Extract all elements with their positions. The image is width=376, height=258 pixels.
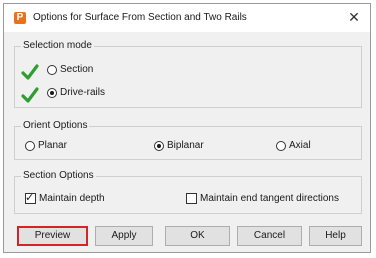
radio-biplanar-button[interactable] [154,140,164,151]
section-options-label: Section Options [21,170,96,182]
radio-drive-rails-button[interactable] [47,87,57,98]
green-checkmark-icon [21,64,39,80]
title-bar: P Options for Surface From Section and T… [4,4,370,32]
preview-button[interactable]: Preview [17,226,88,246]
radio-section-button[interactable] [47,64,57,75]
options-dialog: P Options for Surface From Section and T… [3,3,371,253]
green-checkmark-icon [21,87,39,103]
cancel-button[interactable]: Cancel [237,226,302,246]
maintain-depth-label: Maintain depth [39,193,105,204]
checkmark-icon: ✓ [25,192,35,204]
selection-mode-label: Selection mode [21,40,94,52]
selection-mode-group: Selection mode Section Drive-rails [14,40,362,108]
radio-planar-button[interactable] [25,140,35,151]
app-icon: P [14,12,26,24]
radio-section[interactable]: Section [47,64,93,75]
radio-axial-label: Axial [289,140,311,151]
radio-drive-rails[interactable]: Drive-rails [47,87,105,98]
maintain-depth-checkbox[interactable]: ✓ Maintain depth [25,192,105,204]
radio-axial-button[interactable] [276,140,286,151]
help-button[interactable]: Help [309,226,362,246]
radio-drive-rails-label: Drive-rails [60,87,105,98]
radio-section-label: Section [60,64,94,75]
maintain-end-tangent-checkbox[interactable]: Maintain end tangent directions [186,193,339,204]
maintain-end-tangent-box[interactable] [186,193,197,204]
radio-planar-label: Planar [38,140,67,151]
radio-planar[interactable]: Planar [25,140,67,151]
radio-axial[interactable]: Axial [276,140,311,151]
apply-button[interactable]: Apply [95,226,153,246]
window-title: Options for Surface From Section and Two… [33,12,247,23]
section-options-group: Section Options ✓ Maintain depth Maintai… [14,170,362,214]
maintain-end-tangent-label: Maintain end tangent directions [200,193,339,204]
maintain-depth-box[interactable]: ✓ [25,192,36,204]
orient-options-group: Orient Options Planar Biplanar Axial [14,120,362,160]
orient-options-label: Orient Options [21,120,90,132]
close-button[interactable]: ✕ [344,7,364,27]
radio-biplanar-label: Biplanar [167,140,204,151]
radio-biplanar[interactable]: Biplanar [154,140,204,151]
ok-button[interactable]: OK [165,226,230,246]
